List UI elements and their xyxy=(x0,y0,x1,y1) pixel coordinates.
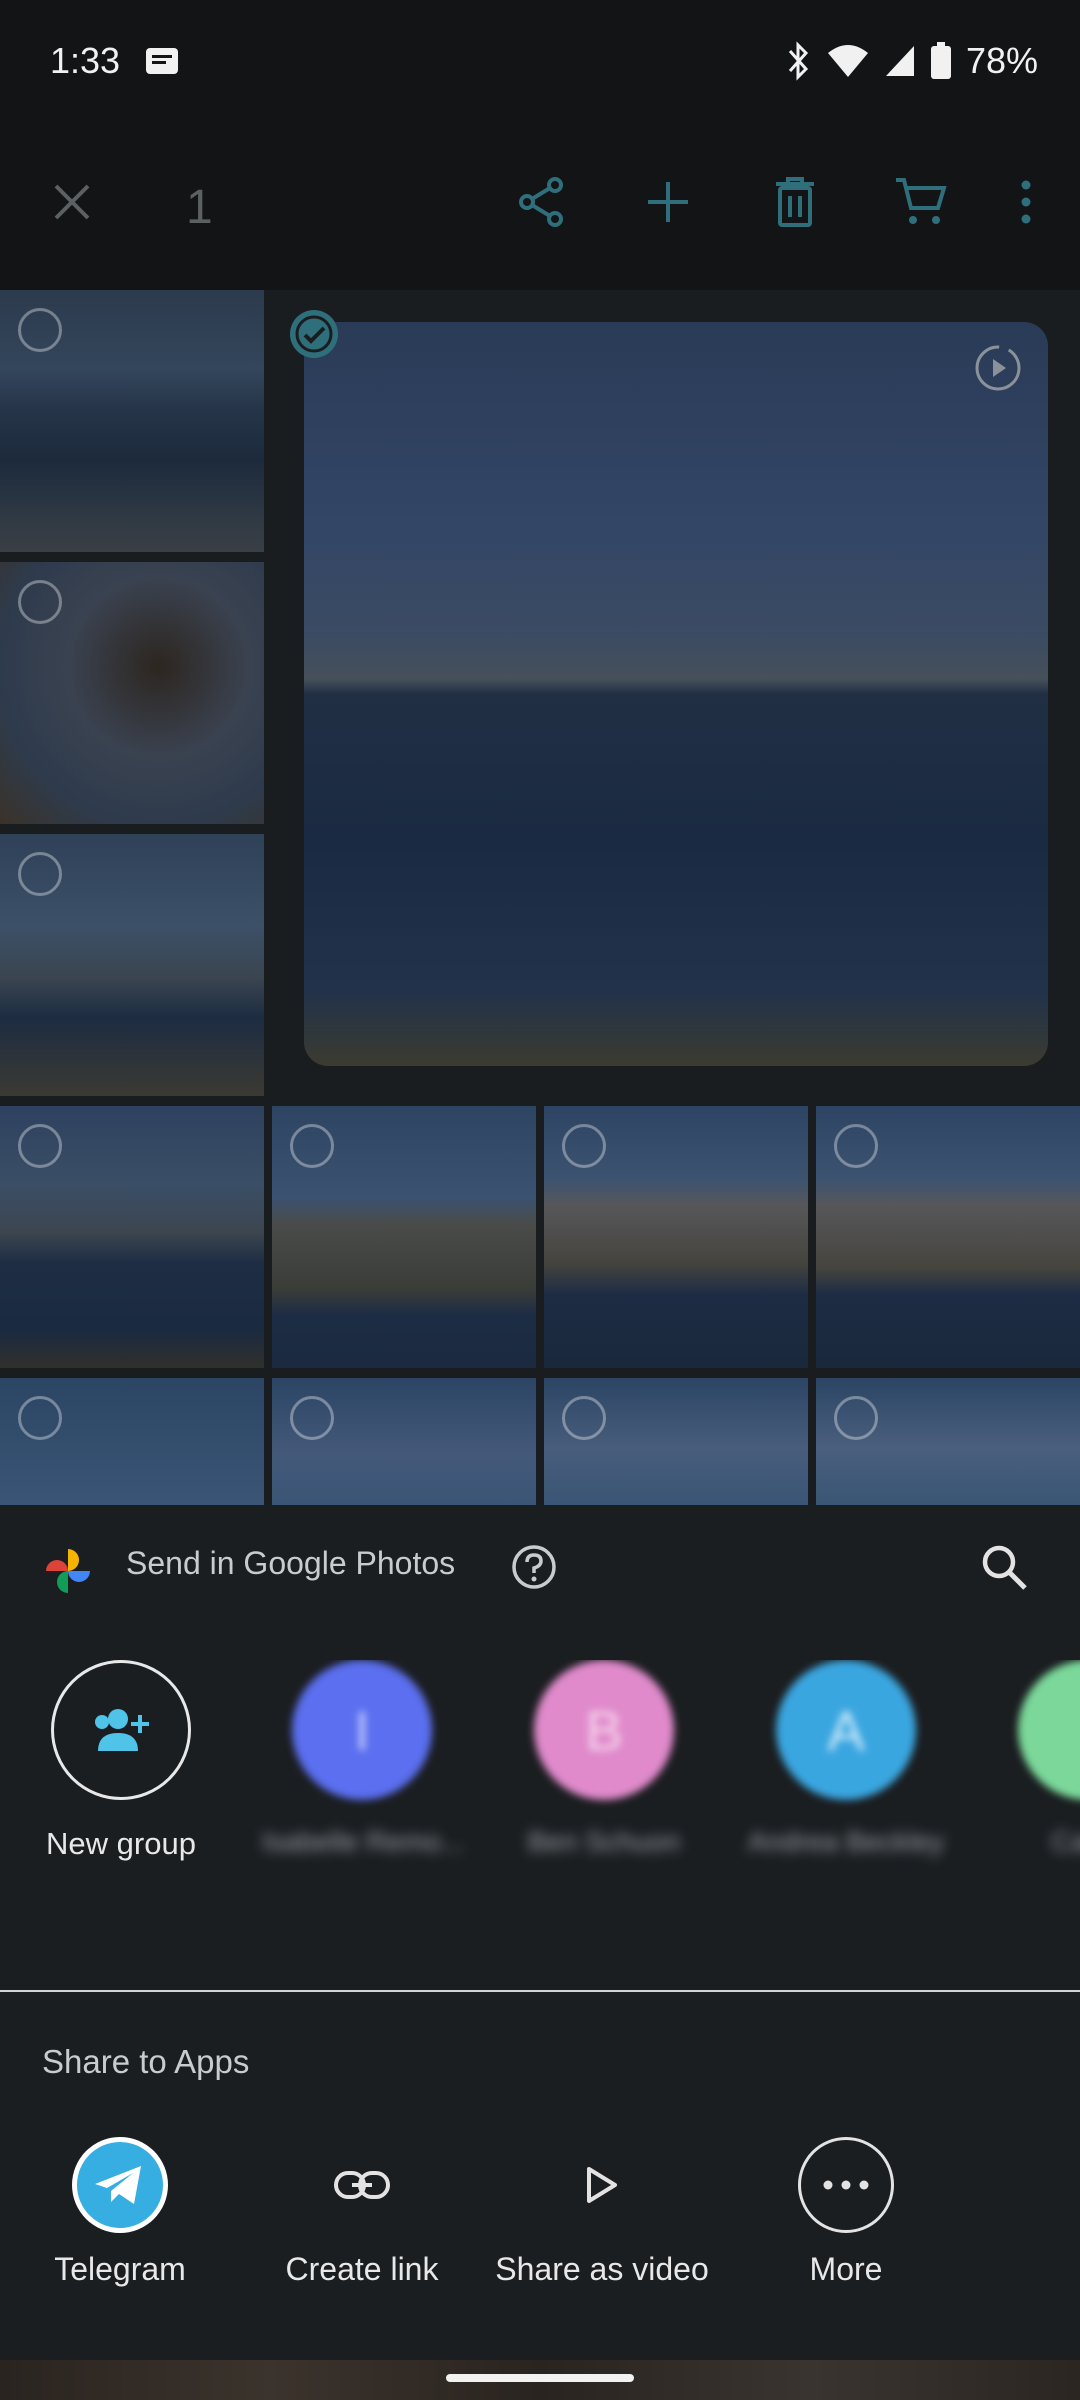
new-group-avatar xyxy=(51,1660,191,1800)
select-circle[interactable] xyxy=(18,580,62,624)
help-icon[interactable] xyxy=(510,1543,558,1591)
battery-percent: 78% xyxy=(965,40,1038,81)
divider xyxy=(0,1990,1080,1992)
selected-count: 1 xyxy=(186,181,213,234)
photo-thumbnail[interactable] xyxy=(0,290,264,552)
telegram-icon xyxy=(72,2137,168,2233)
contact-name: New group xyxy=(46,1826,196,1861)
select-circle[interactable] xyxy=(562,1396,606,1440)
avatar xyxy=(1018,1660,1080,1800)
more-vert-icon[interactable] xyxy=(994,170,1058,234)
send-in-photos-row: Send in Google Photos xyxy=(0,1505,1080,1630)
photo-thumbnail[interactable] xyxy=(272,1378,536,1505)
contact-item[interactable]: Caleb xyxy=(988,1660,1080,1858)
new-group-button[interactable]: New group xyxy=(21,1660,221,1862)
select-circle[interactable] xyxy=(562,1124,606,1168)
add-icon[interactable] xyxy=(636,170,700,234)
share-sheet: Send in Google Photos New group I Isabel… xyxy=(0,1505,1080,2360)
motion-photo-icon xyxy=(975,345,1021,391)
photo-thumbnail[interactable] xyxy=(0,1106,264,1368)
contact-name: Ben Schuon xyxy=(527,1826,681,1857)
selection-toolbar: 1 xyxy=(0,126,1080,290)
link-icon xyxy=(314,2137,410,2233)
select-circle[interactable] xyxy=(834,1124,878,1168)
photo-thumbnail[interactable] xyxy=(544,1106,808,1368)
contact-item[interactable]: A Andrea Beckley xyxy=(746,1660,946,1858)
photo-thumbnail[interactable] xyxy=(0,1378,264,1505)
more-horiz-icon xyxy=(798,2137,894,2233)
contact-item[interactable]: B Ben Schuon xyxy=(504,1660,704,1858)
delete-icon[interactable] xyxy=(763,170,827,234)
select-circle[interactable] xyxy=(834,1396,878,1440)
status-bar: 1:33 78% xyxy=(0,0,1080,126)
app-label: Create link xyxy=(285,2251,439,2287)
app-label: Telegram xyxy=(54,2251,186,2287)
checked-icon[interactable] xyxy=(288,308,340,360)
photo-thumbnail[interactable] xyxy=(0,562,264,824)
contact-name: Isabelle Remo... xyxy=(262,1826,465,1857)
share-to-apps-title: Share to Apps xyxy=(42,2043,250,2080)
app-telegram[interactable]: Telegram xyxy=(0,2137,240,2288)
cart-icon[interactable] xyxy=(889,170,953,234)
message-icon xyxy=(146,48,178,74)
app-create-link[interactable]: Create link xyxy=(242,2137,482,2288)
photo-thumbnail[interactable] xyxy=(272,1106,536,1368)
photo-thumbnail[interactable] xyxy=(544,1378,808,1505)
avatar: B xyxy=(534,1660,674,1800)
add-group-icon xyxy=(95,1709,149,1751)
status-icons: 78% xyxy=(784,36,1038,86)
select-circle[interactable] xyxy=(18,308,62,352)
select-circle[interactable] xyxy=(18,1396,62,1440)
search-icon[interactable] xyxy=(978,1541,1030,1593)
close-icon[interactable] xyxy=(40,170,104,234)
share-apps-row: Telegram Create link Share as video More xyxy=(0,2137,1080,2317)
status-time: 1:33 xyxy=(50,40,121,81)
contact-item[interactable]: I Isabelle Remo... xyxy=(262,1660,465,1858)
signal-icon xyxy=(885,46,914,76)
avatar: A xyxy=(776,1660,916,1800)
battery-icon xyxy=(930,42,951,79)
app-label: More xyxy=(809,2251,883,2287)
gesture-handle[interactable] xyxy=(446,2374,634,2382)
contact-name: Caleb xyxy=(1051,1826,1080,1857)
avatar: I xyxy=(292,1660,432,1800)
select-circle[interactable] xyxy=(18,1124,62,1168)
select-circle[interactable] xyxy=(290,1124,334,1168)
wifi-icon xyxy=(827,45,868,77)
app-label: Share as video xyxy=(495,2251,709,2287)
app-more[interactable]: More xyxy=(726,2137,966,2288)
send-title: Send in Google Photos xyxy=(126,1545,456,1581)
select-circle[interactable] xyxy=(290,1396,334,1440)
photo-thumbnail[interactable] xyxy=(816,1378,1080,1505)
google-photos-logo xyxy=(46,1549,90,1593)
photo-thumbnail[interactable] xyxy=(816,1106,1080,1368)
selected-photo-tile[interactable] xyxy=(272,290,1080,1096)
photo-thumbnail[interactable] xyxy=(0,834,264,1096)
contact-name: Andrea Beckley xyxy=(747,1826,945,1857)
share-icon[interactable] xyxy=(510,170,574,234)
bluetooth-icon xyxy=(788,41,808,81)
photo-grid xyxy=(0,290,1080,1505)
app-share-as-video[interactable]: Share as video xyxy=(482,2137,722,2288)
contacts-row: New group I Isabelle Remo... B Ben Schuo… xyxy=(0,1660,1080,1910)
selected-photo[interactable] xyxy=(304,322,1048,1066)
play-icon xyxy=(554,2137,650,2233)
select-circle[interactable] xyxy=(18,852,62,896)
